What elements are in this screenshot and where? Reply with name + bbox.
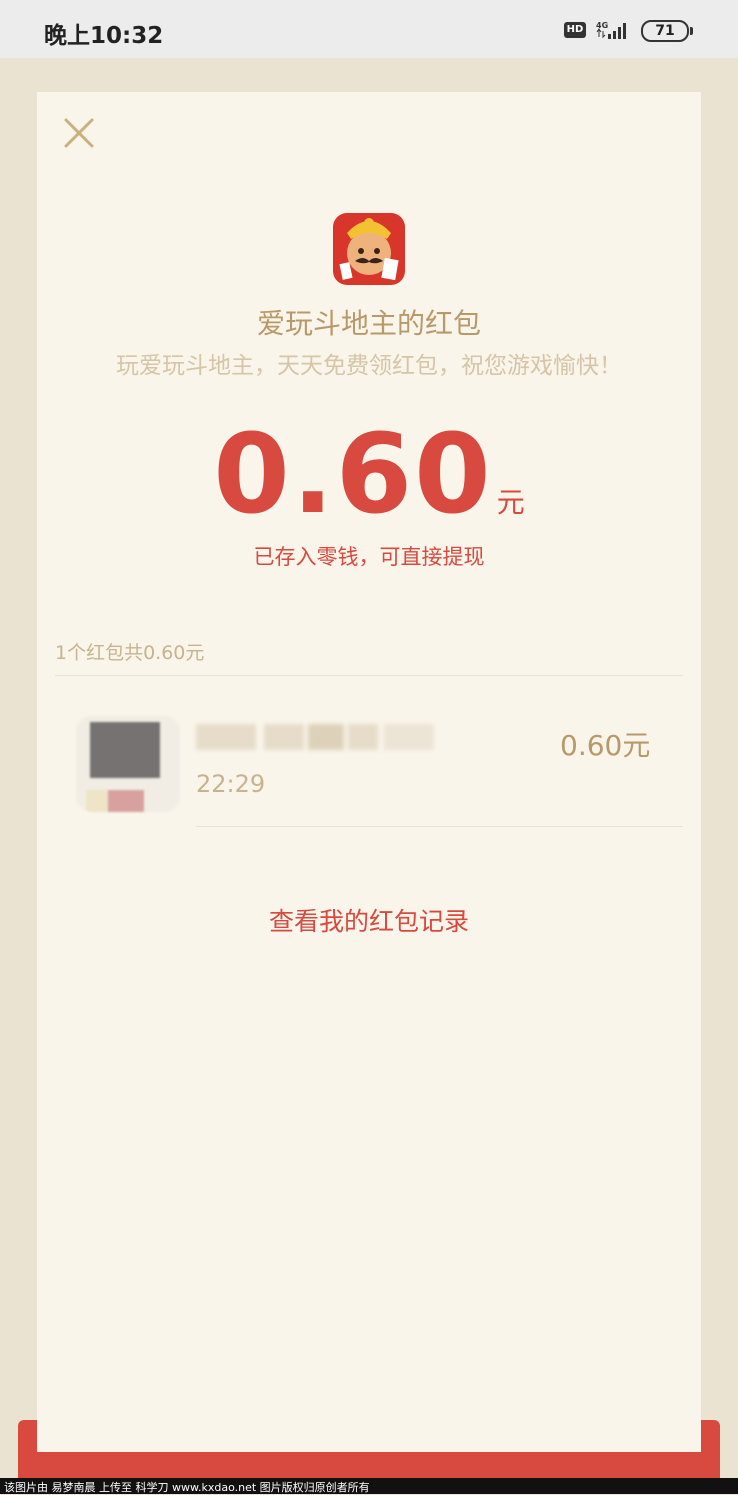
divider (55, 675, 683, 676)
packet-summary: 1个红包共0.60元 (55, 642, 205, 664)
view-records-link[interactable]: 查看我的红包记录 (0, 902, 738, 938)
status-bar: 晚上10:32 HD 4G 71 (0, 0, 738, 58)
hd-icon: HD (564, 22, 586, 38)
amount-display: 0.60 元 (0, 410, 738, 538)
recipient-name-blurred (196, 718, 440, 756)
sender-title: 爱玩斗地主的红包 (256, 307, 481, 340)
divider (196, 826, 683, 827)
app-icon (333, 213, 405, 285)
network-label: 4G (596, 21, 608, 30)
avatar[interactable] (76, 716, 180, 812)
close-icon[interactable] (64, 118, 94, 148)
battery-icon: 71 (641, 20, 693, 42)
record-amount: 0.60元 (560, 729, 651, 762)
record-time: 22:29 (196, 770, 266, 798)
signal-icon: 4G (596, 21, 626, 39)
deposit-note[interactable]: 已存入零钱，可直接提现 (0, 541, 738, 571)
amount-unit: 元 (496, 486, 525, 519)
greeting-message: 玩爱玩斗地主，天天免费领红包，祝您游戏愉快！ (116, 353, 622, 379)
amount-value: 0.60 (213, 410, 493, 538)
status-time: 晚上10:32 (44, 23, 164, 49)
watermark-text: 该图片由 易梦南晨 上传至 科学刀 www.kxdao.net 图片版权归原创者… (4, 1481, 370, 1494)
watermark-bar: 该图片由 易梦南晨 上传至 科学刀 www.kxdao.net 图片版权归原创者… (0, 1478, 738, 1494)
